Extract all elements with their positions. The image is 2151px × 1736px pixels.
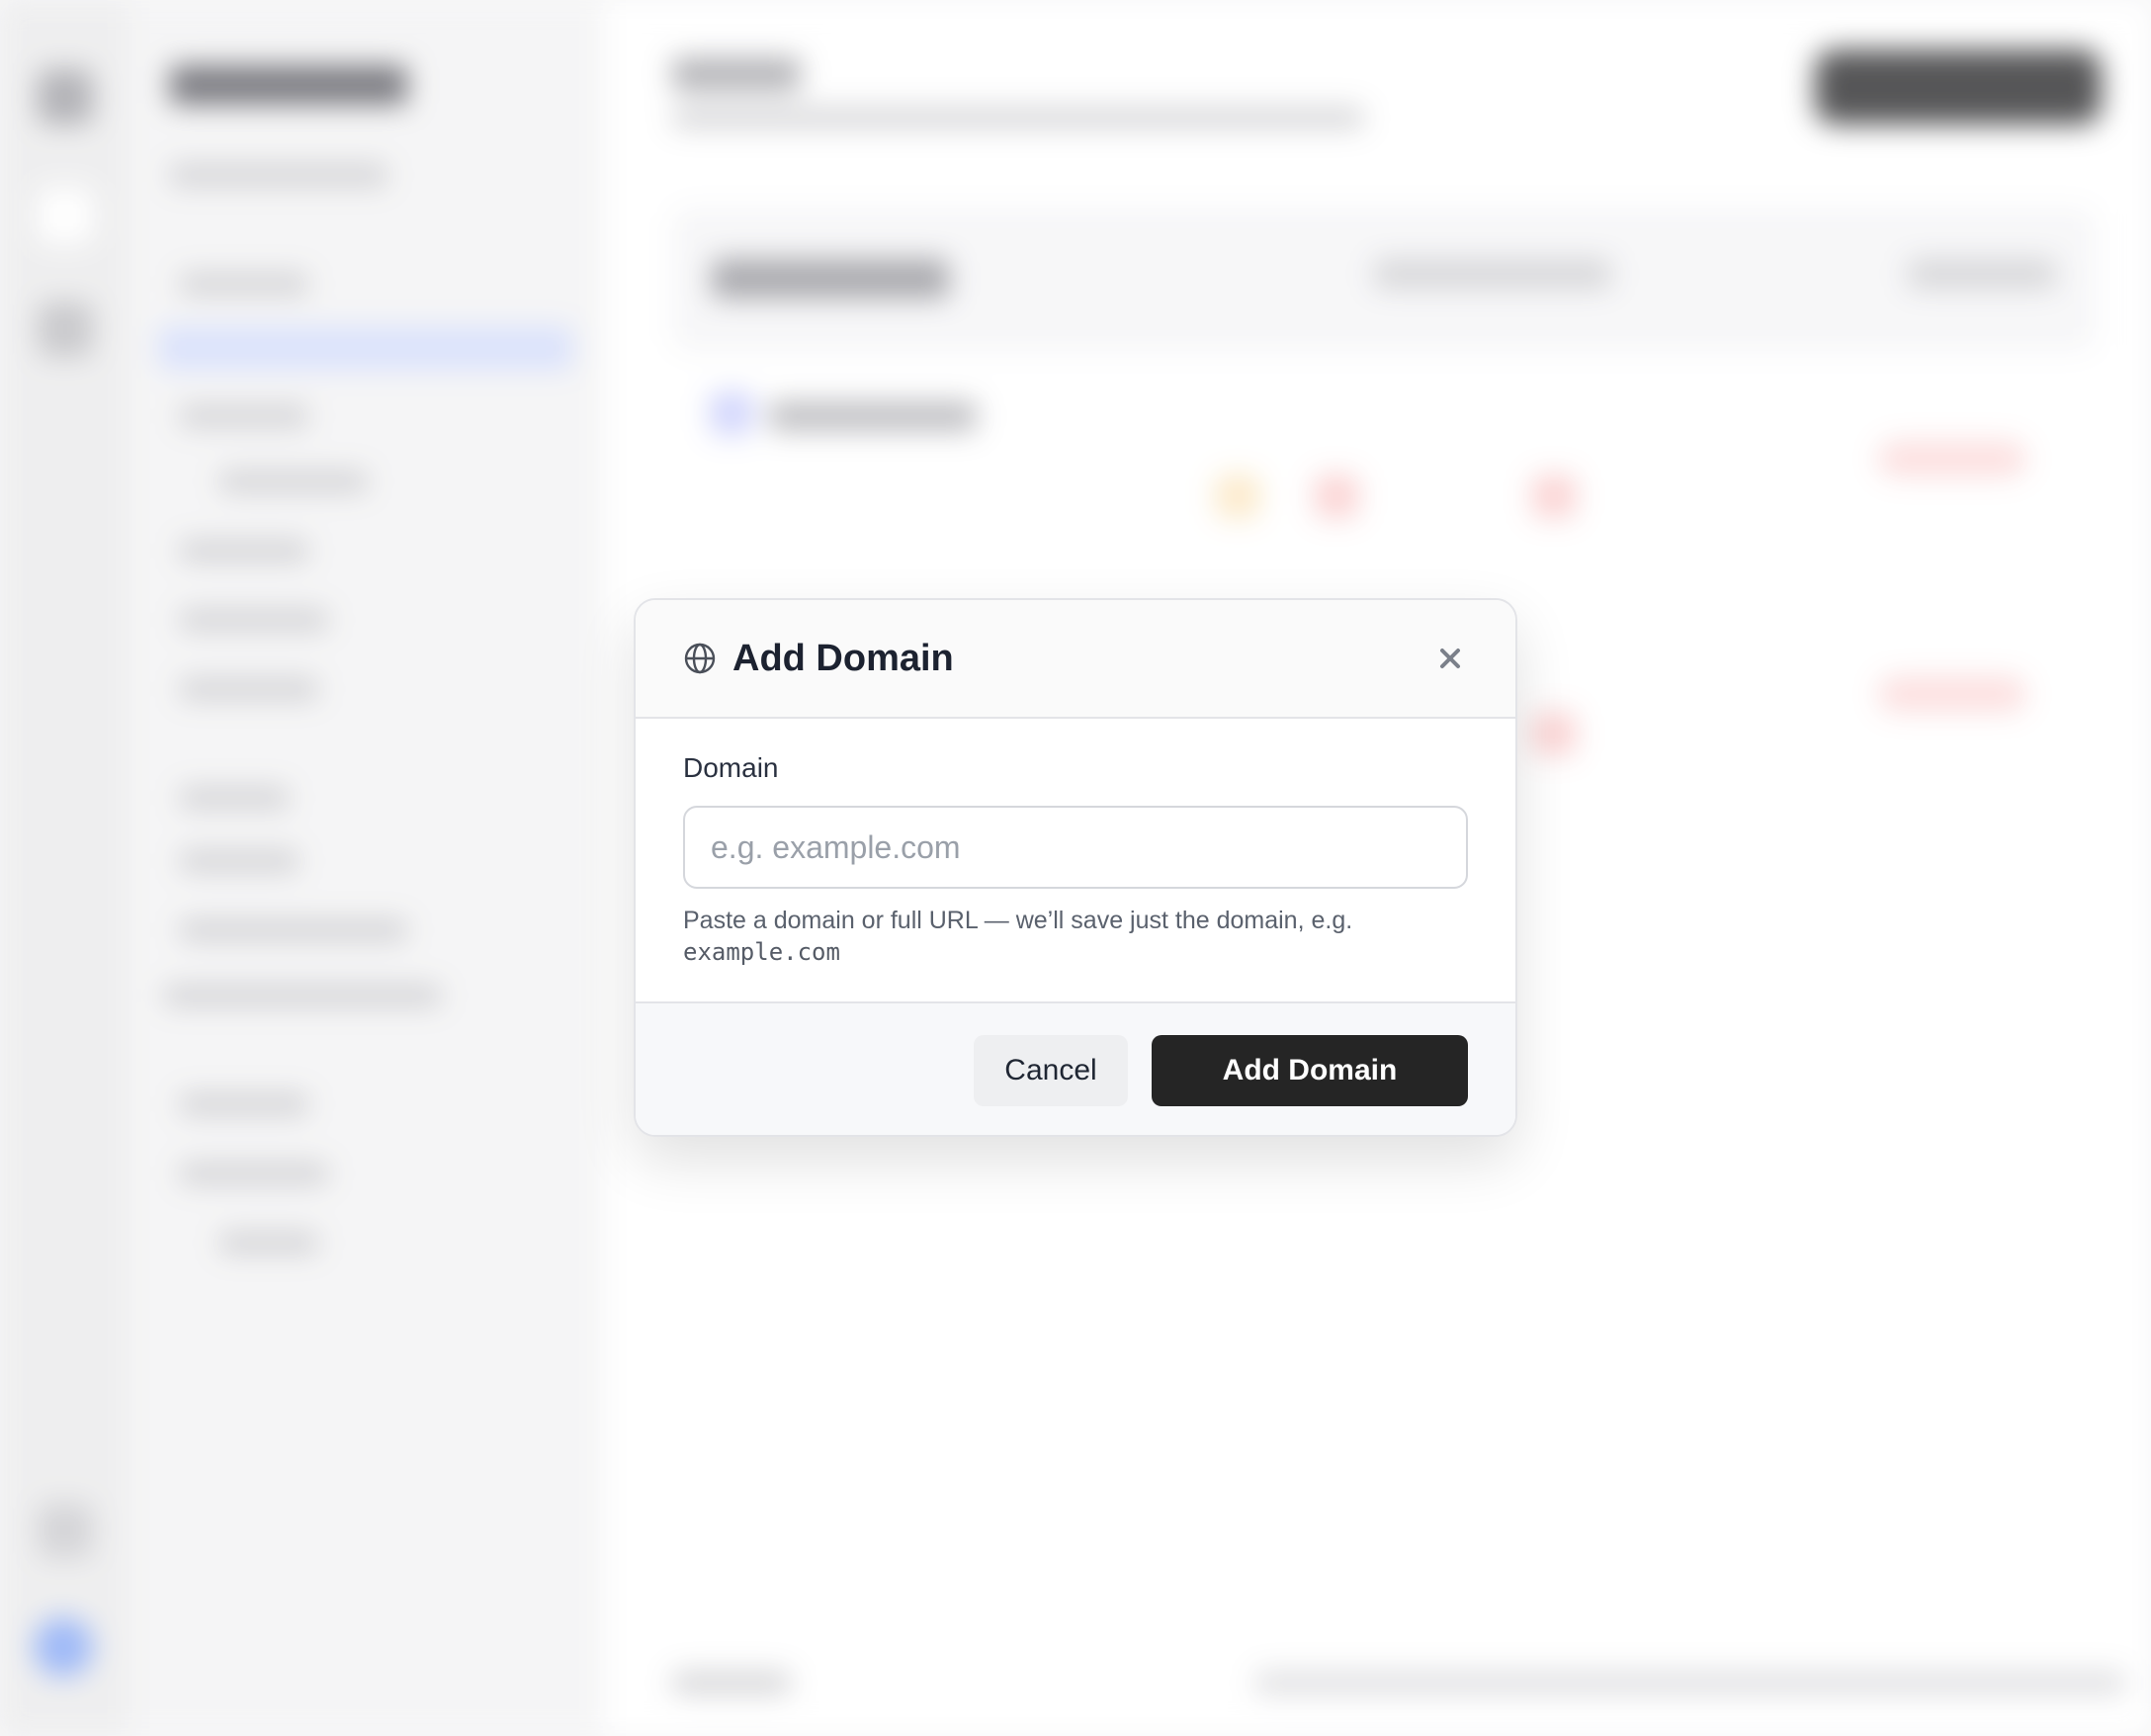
dialog-title: Add Domain: [732, 637, 954, 679]
dialog-body: Domain Paste a domain or full URL — we’l…: [636, 719, 1515, 1003]
hint-example: example.com: [683, 938, 840, 966]
domain-input[interactable]: [683, 806, 1468, 889]
hint-text: Paste a domain or full URL — we’ll save …: [683, 907, 1353, 934]
dialog-header: Add Domain: [636, 600, 1515, 719]
cancel-button[interactable]: Cancel: [974, 1034, 1128, 1106]
dialog-footer: Cancel Add Domain: [636, 1003, 1515, 1135]
add-domain-dialog: Add Domain Domain Paste a domain or full…: [634, 598, 1517, 1137]
globe-icon: [683, 642, 717, 675]
domain-field-label: Domain: [683, 752, 779, 783]
close-icon[interactable]: [1430, 639, 1470, 678]
add-domain-button[interactable]: Add Domain: [1152, 1034, 1468, 1106]
domain-hint: Paste a domain or full URL — we’ll save …: [683, 905, 1468, 968]
